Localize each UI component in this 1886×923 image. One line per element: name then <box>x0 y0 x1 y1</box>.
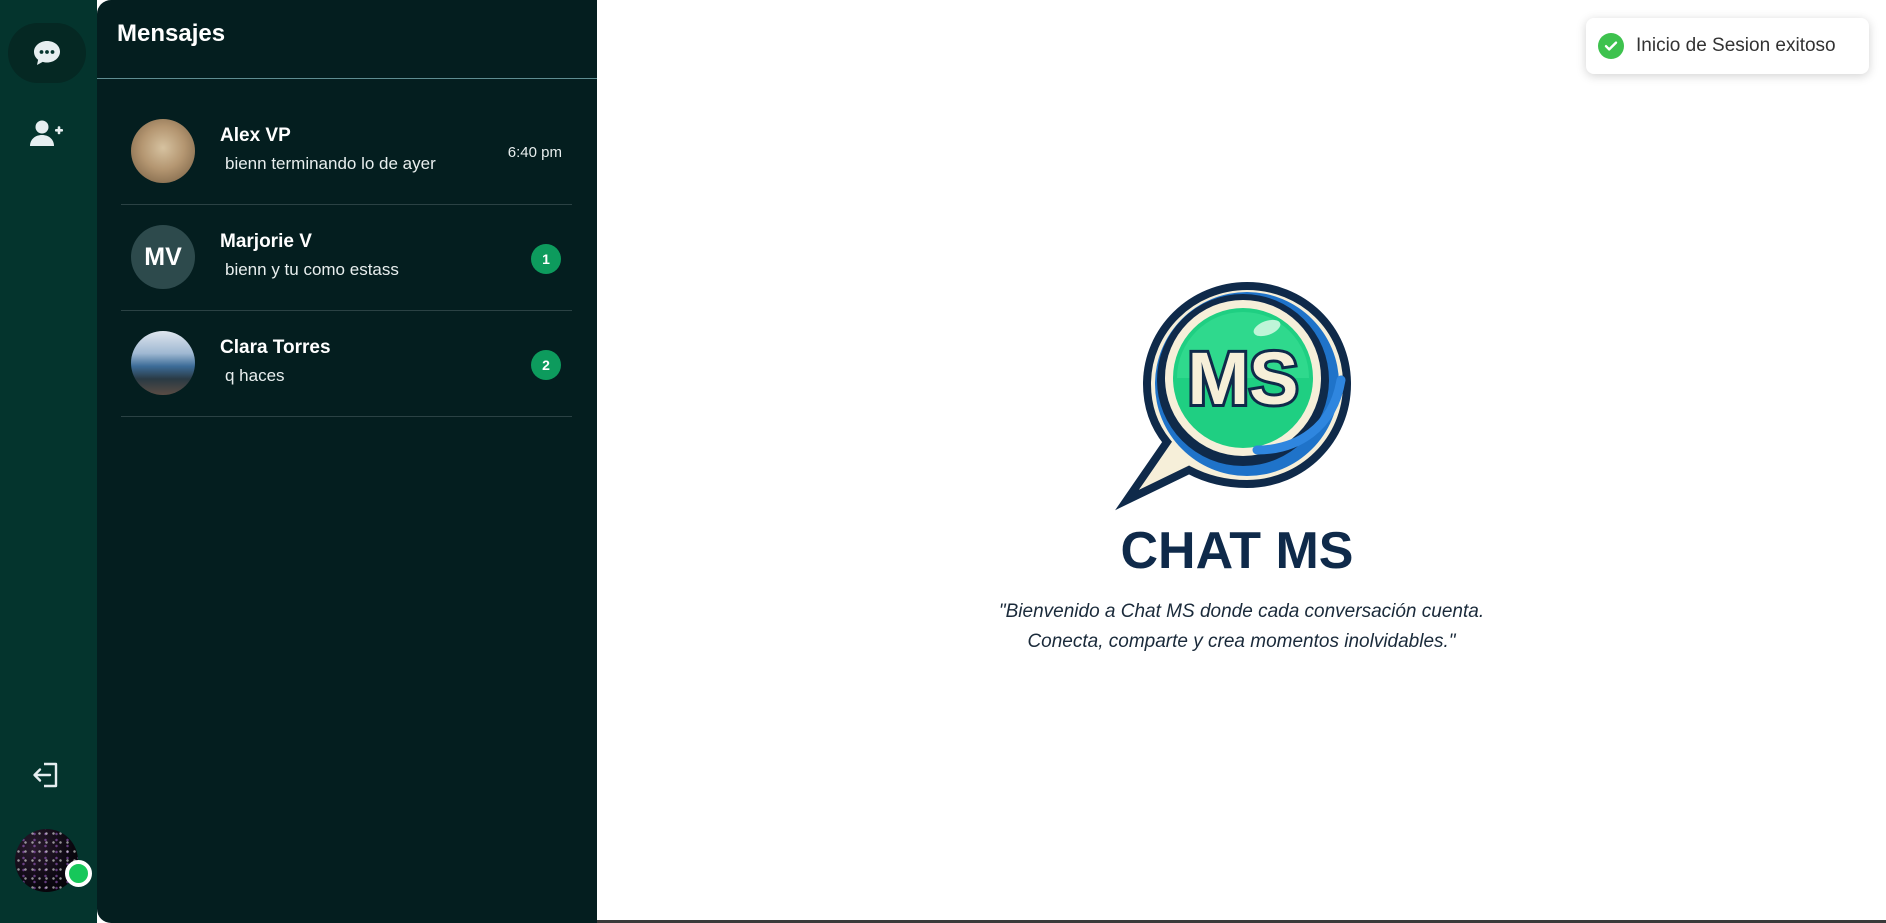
welcome-area: MS CHAT MS "Bienvenido a Chat MS donde c… <box>597 0 1886 923</box>
contact-avatar: MV <box>131 225 195 289</box>
panel-divider <box>97 78 597 79</box>
logo-monogram: MS <box>1188 337 1299 420</box>
welcome-message: "Bienvenido a Chat MS donde cada convers… <box>597 597 1886 657</box>
chat-list: Alex VP bienn terminando lo de ayer 6:40… <box>121 99 572 417</box>
messages-panel: Mensajes Alex VP bienn terminando lo de … <box>97 0 597 923</box>
logout-button[interactable] <box>8 745 86 805</box>
unread-badge: 1 <box>531 244 561 274</box>
chat-item[interactable]: Clara Torres q haces 2 <box>121 311 572 417</box>
nav-rail <box>0 0 97 923</box>
toast-message: Inicio de Sesion exitoso <box>1636 35 1836 56</box>
message-preview: bienn y tu como estass <box>225 260 399 279</box>
chat-item[interactable]: Alex VP bienn terminando lo de ayer 6:40… <box>121 99 572 205</box>
chat-bubble-icon <box>34 41 60 65</box>
add-user-icon <box>30 120 63 146</box>
success-toast[interactable]: Inicio de Sesion exitoso <box>1586 18 1869 74</box>
message-time: 6:40 pm <box>507 144 562 161</box>
logout-icon <box>33 762 58 788</box>
unread-badge: 2 <box>531 350 561 380</box>
check-circle-icon <box>1598 33 1624 59</box>
logo-wordmark: CHAT MS <box>1120 522 1353 578</box>
contact-name: Marjorie V <box>220 231 312 252</box>
online-status-indicator <box>65 860 92 887</box>
chats-nav-button[interactable] <box>8 23 86 83</box>
welcome-line: Conecta, comparte y crea momentos inolvi… <box>1027 631 1456 652</box>
add-contact-button[interactable] <box>8 103 86 163</box>
contact-name: Alex VP <box>220 125 291 146</box>
chat-ms-logo: MS CHAT MS <box>1107 278 1367 580</box>
contact-name: Clara Torres <box>220 337 331 358</box>
message-preview: q haces <box>225 366 285 385</box>
contact-avatar <box>131 331 195 395</box>
chat-item[interactable]: MV Marjorie V bienn y tu como estass 1 <box>121 205 572 311</box>
panel-title: Mensajes <box>117 20 226 47</box>
contact-avatar <box>131 119 195 183</box>
welcome-line: "Bienvenido a Chat MS donde cada convers… <box>998 601 1485 622</box>
message-preview: bienn terminando lo de ayer <box>225 154 436 173</box>
